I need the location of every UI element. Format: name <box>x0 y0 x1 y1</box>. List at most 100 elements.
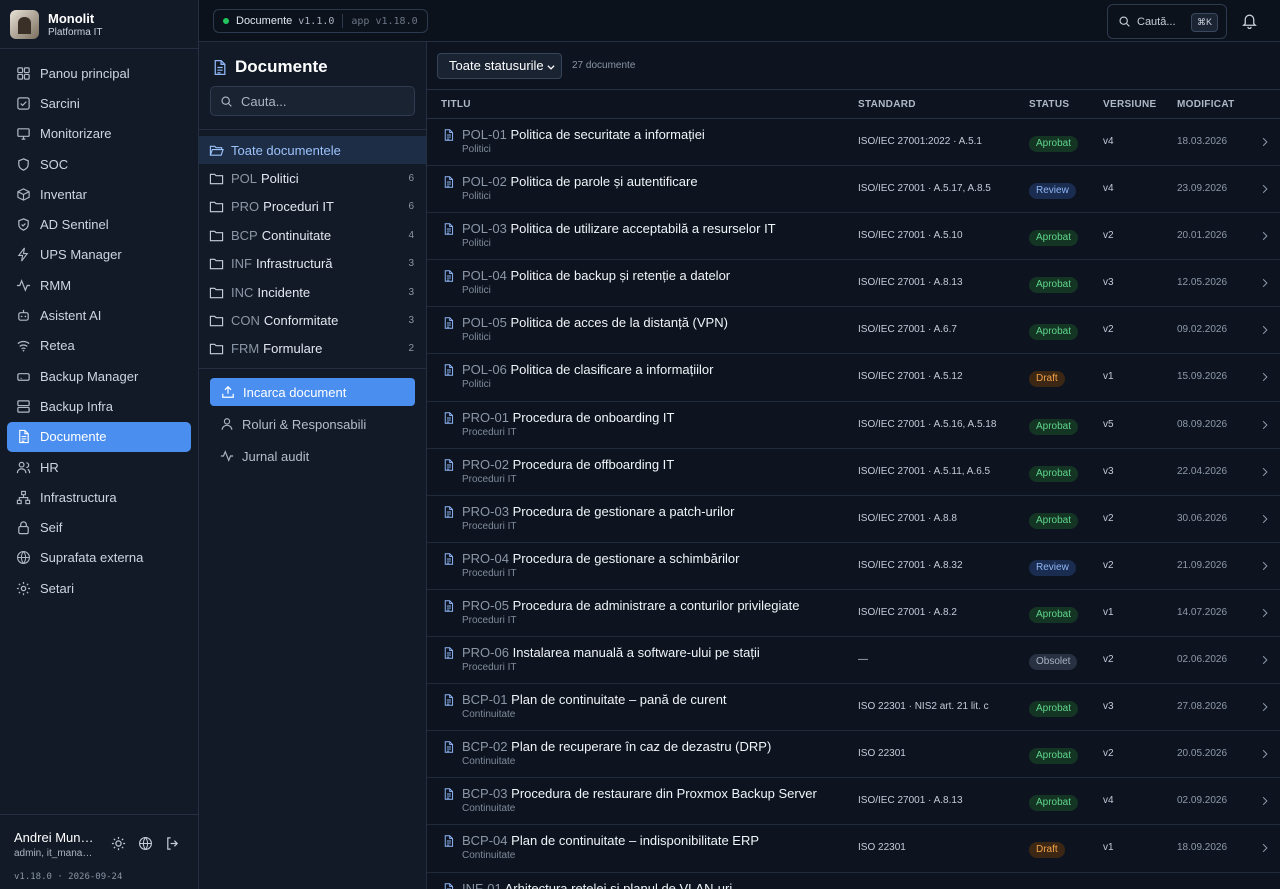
table-row[interactable]: POL-03 Politica de utilizare acceptabilă… <box>427 213 1280 261</box>
chevron-right-icon[interactable] <box>1260 655 1270 665</box>
document-icon <box>442 599 455 613</box>
table-row[interactable]: POL-05 Politica de acces de la distanță … <box>427 307 1280 355</box>
document-title[interactable]: POL-06 Politica de clasificare a informa… <box>462 362 713 377</box>
document-icon <box>442 882 455 889</box>
column-header-modified[interactable]: MODIFICAT <box>1177 99 1235 110</box>
nav-item-suprafata-externa[interactable]: Suprafata externa <box>0 543 191 573</box>
nav-item-inventar[interactable]: Inventar <box>0 179 191 209</box>
folder-item-pro[interactable]: PRO Proceduri IT 6 <box>199 193 426 221</box>
chevron-right-icon[interactable] <box>1260 137 1270 147</box>
document-title[interactable]: POL-02 Politica de parole și autentifica… <box>462 174 698 189</box>
folder-item-inf[interactable]: INF Infrastructură 3 <box>199 250 426 278</box>
user-name[interactable]: Andrei Munt… <box>14 830 96 845</box>
chevron-right-icon[interactable] <box>1260 608 1270 618</box>
nav-item-soc[interactable]: SOC <box>0 149 191 179</box>
folder-item-pol[interactable]: POL Politici 6 <box>199 164 426 192</box>
chevron-right-icon[interactable] <box>1260 278 1270 288</box>
column-header-status[interactable]: STATUS <box>1029 99 1069 110</box>
folder-item-bcp[interactable]: BCP Continuitate 4 <box>199 221 426 249</box>
table-row[interactable]: POL-01 Politica de securitate a informaț… <box>427 119 1280 167</box>
nav-item-rmm[interactable]: RMM <box>0 270 191 300</box>
brand[interactable]: Monolit Platforma IT <box>0 0 198 49</box>
language-globe-icon[interactable] <box>138 836 153 851</box>
table-row[interactable]: PRO-04 Procedura de gestionare a schimbă… <box>427 543 1280 590</box>
table-row[interactable]: PRO-06 Instalarea manuală a software-ulu… <box>427 637 1280 685</box>
table-row[interactable]: BCP-04 Plan de continuitate – indisponib… <box>427 825 1280 873</box>
module-pill[interactable]: Documente v1.1.0 app v1.18.0 <box>213 9 428 33</box>
chevron-right-icon[interactable] <box>1260 561 1270 571</box>
table-row[interactable]: POL-02 Politica de parole și autentifica… <box>427 166 1280 214</box>
document-title[interactable]: BCP-02 Plan de recuperare în caz de deza… <box>462 739 771 754</box>
document-title[interactable]: BCP-03 Procedura de restaurare din Proxm… <box>462 786 817 801</box>
document-title[interactable]: PRO-05 Procedura de administrare a contu… <box>462 598 799 613</box>
search-icon <box>220 95 233 108</box>
nav-item-ad-sentinel[interactable]: AD Sentinel <box>0 209 191 239</box>
nav-item-panou-principal[interactable]: Panou principal <box>0 58 191 88</box>
chevron-right-icon[interactable] <box>1260 843 1270 853</box>
chevron-right-icon[interactable] <box>1260 231 1270 241</box>
folder-item-inc[interactable]: INC Incidente 3 <box>199 278 426 306</box>
chevron-right-icon[interactable] <box>1260 467 1270 477</box>
chevron-right-icon[interactable] <box>1260 702 1270 712</box>
column-header-standard[interactable]: STANDARD <box>858 99 916 110</box>
chevron-right-icon[interactable] <box>1260 514 1270 524</box>
document-title[interactable]: BCP-04 Plan de continuitate – indisponib… <box>462 833 759 848</box>
document-search-input[interactable] <box>241 93 401 109</box>
document-title[interactable]: POL-03 Politica de utilizare acceptabilă… <box>462 221 776 236</box>
document-title[interactable]: PRO-03 Procedura de gestionare a patch-u… <box>462 504 734 519</box>
column-header-title[interactable]: TITLU <box>441 99 471 110</box>
nav-item-sarcini[interactable]: Sarcini <box>0 88 191 118</box>
chevron-right-icon[interactable] <box>1260 796 1270 806</box>
nav-item-backup-infra[interactable]: Backup Infra <box>0 391 191 421</box>
nav-item-documente[interactable]: Documente <box>7 421 191 452</box>
table-row[interactable]: PRO-01 Procedura de onboarding IT Procedu… <box>427 402 1280 449</box>
theme-toggle-sun-icon[interactable] <box>111 836 126 851</box>
chevron-right-icon[interactable] <box>1260 325 1270 335</box>
logout-icon[interactable] <box>165 836 180 851</box>
document-icon <box>16 429 31 444</box>
table-row[interactable]: PRO-05 Procedura de administrare a contu… <box>427 590 1280 638</box>
table-row[interactable]: PRO-03 Procedura de gestionare a patch-u… <box>427 496 1280 543</box>
document-title[interactable]: BCP-01 Plan de continuitate – pană de cu… <box>462 692 727 707</box>
document-title[interactable]: INF-01 Arhitectura rețelei și planul de … <box>462 881 732 889</box>
nav-item-asistent-ai[interactable]: Asistent AI <box>0 300 191 330</box>
table-row[interactable]: POL-04 Politica de backup și retenție a … <box>427 260 1280 308</box>
table-row[interactable]: BCP-01 Plan de continuitate – pană de cu… <box>427 684 1280 732</box>
nav-item-hr[interactable]: HR <box>0 452 191 482</box>
folder-item-all[interactable]: Toate documentele <box>199 136 426 165</box>
document-title[interactable]: PRO-02 Procedura de offboarding IT <box>462 457 674 472</box>
nav-item-retea[interactable]: Retea <box>0 331 191 361</box>
status-filter-select[interactable]: Toate statusurile <box>437 52 562 79</box>
nav-item-backup-manager[interactable]: Backup Manager <box>0 361 191 391</box>
global-search-button[interactable]: Caută... ⌘K <box>1107 4 1227 39</box>
nav-item-seif[interactable]: Seif <box>0 512 191 542</box>
document-title[interactable]: POL-04 Politica de backup și retenție a … <box>462 268 730 283</box>
nav-item-setari[interactable]: Setari <box>0 573 191 603</box>
chevron-right-icon[interactable] <box>1260 749 1270 759</box>
panel-link-jurnal-audit[interactable]: Jurnal audit <box>199 440 426 472</box>
table-row[interactable]: BCP-03 Procedura de restaurare din Proxm… <box>427 778 1280 826</box>
folder-item-frm[interactable]: FRM Formulare 2 <box>199 335 426 363</box>
nav-item-infrastructura[interactable]: Infrastructura <box>0 482 191 512</box>
document-title[interactable]: POL-01 Politica de securitate a informaț… <box>462 127 705 142</box>
nav-item-monitorizare[interactable]: Monitorizare <box>0 119 191 149</box>
panel-link-roluri-responsabili[interactable]: Roluri & Responsabili <box>199 408 426 440</box>
chevron-right-icon[interactable] <box>1260 184 1270 194</box>
document-title[interactable]: PRO-01 Procedura de onboarding IT <box>462 410 674 425</box>
table-row[interactable]: INF-01 Arhitectura rețelei și planul de … <box>427 873 1280 889</box>
document-title[interactable]: PRO-04 Procedura de gestionare a schimbă… <box>462 551 740 566</box>
table-row[interactable]: BCP-02 Plan de recuperare în caz de deza… <box>427 731 1280 779</box>
chevron-right-icon[interactable] <box>1260 372 1270 382</box>
column-header-version[interactable]: VERSIUNE <box>1103 99 1157 110</box>
document-category: Politici <box>462 144 491 155</box>
document-title[interactable]: PRO-06 Instalarea manuală a software-ulu… <box>462 645 760 660</box>
table-row[interactable]: POL-06 Politica de clasificare a informa… <box>427 354 1280 402</box>
table-row[interactable]: PRO-02 Procedura de offboarding IT Proced… <box>427 449 1280 496</box>
document-version: v2 <box>1103 324 1114 336</box>
notifications-bell-icon[interactable] <box>1241 12 1258 29</box>
nav-item-ups-manager[interactable]: UPS Manager <box>0 240 191 270</box>
document-title[interactable]: POL-05 Politica de acces de la distanță … <box>462 315 728 330</box>
folder-item-con[interactable]: CON Conformitate 3 <box>199 306 426 334</box>
chevron-right-icon[interactable] <box>1260 420 1270 430</box>
upload-document-button[interactable]: Incarca document <box>210 378 415 407</box>
